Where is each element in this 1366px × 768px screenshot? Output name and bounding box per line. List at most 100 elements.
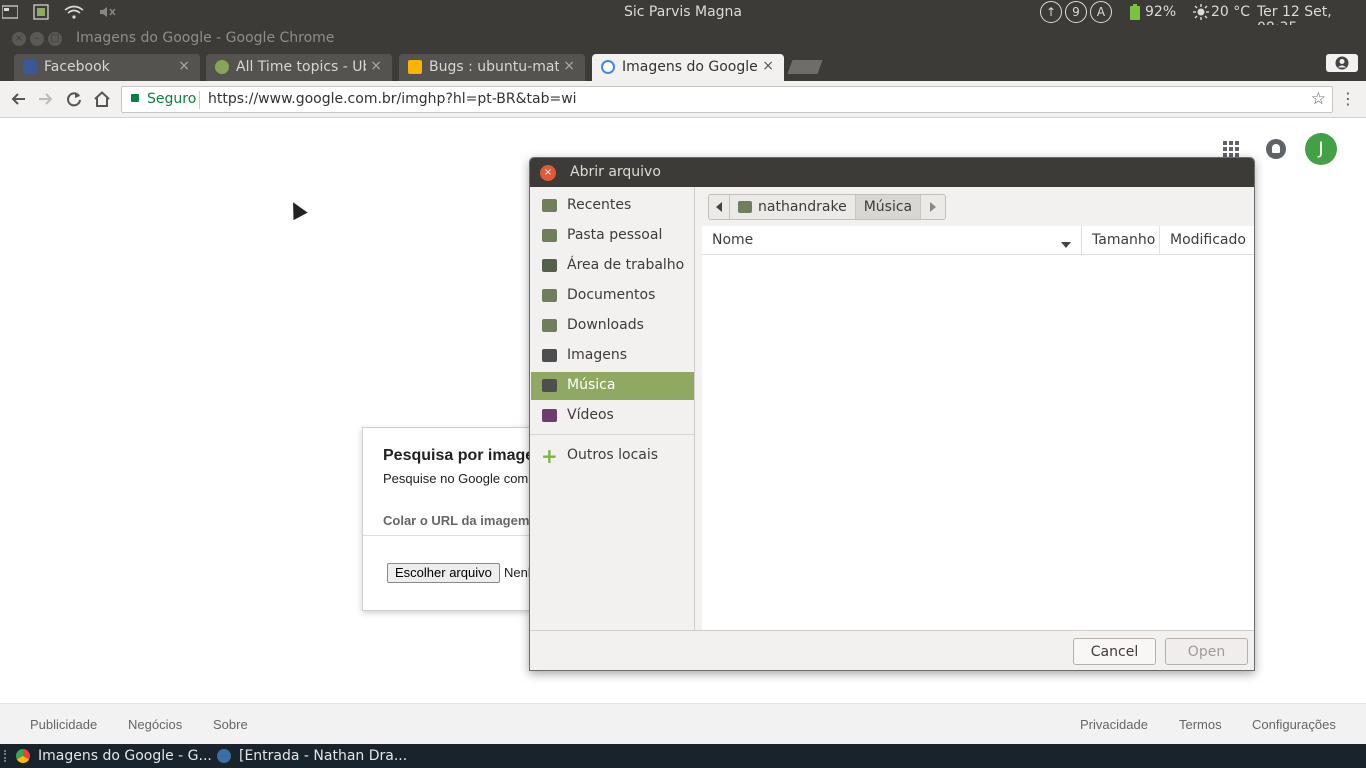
- keyboard-indicator-icon[interactable]: A: [1090, 1, 1112, 23]
- path-back-arrow-icon[interactable]: [709, 195, 730, 219]
- forward-icon[interactable]: [35, 88, 57, 110]
- tab-launchpad-bugs[interactable]: Bugs : ubuntu-mate ×: [399, 54, 585, 81]
- weather-temp: 20 °C: [1211, 4, 1251, 20]
- window-maximize-button[interactable]: □: [48, 32, 62, 46]
- tab-close-icon[interactable]: ×: [762, 58, 774, 74]
- tab-google-images[interactable]: Imagens do Google ×: [592, 54, 784, 81]
- window-title: Imagens do Google - Google Chrome: [76, 30, 335, 46]
- sidebar-item-documentos[interactable]: Documentos: [531, 282, 694, 310]
- taskbar-item-label: [Entrada - Nathan Dra...: [239, 748, 408, 764]
- sidebar-item-musica[interactable]: Música: [531, 372, 694, 400]
- path-button-label: Música: [863, 199, 913, 215]
- plus-icon: +: [541, 444, 558, 468]
- window-minimize-button[interactable]: –: [30, 32, 44, 46]
- avatar[interactable]: J: [1305, 133, 1337, 165]
- mail-client-icon: [217, 749, 231, 763]
- browser-title-bar: × – □ Imagens do Google - Google Chrome: [0, 25, 1366, 52]
- tab-label: Imagens do Google: [622, 59, 758, 75]
- places-sidebar: Recentes Pasta pessoal Área de trabalho …: [530, 187, 695, 630]
- tab-label: All Time topics - Ubu: [236, 59, 366, 75]
- back-icon[interactable]: [7, 88, 29, 110]
- footer-link-about[interactable]: Sobre: [213, 717, 248, 732]
- music-folder-icon: [542, 379, 557, 392]
- new-tab-button[interactable]: [787, 60, 823, 74]
- taskbar-item-chrome[interactable]: Imagens do Google - G...: [16, 744, 212, 768]
- top-panel: Sic Parvis Magna ↑ 9 A 92% 20 °C Ter 12 …: [0, 0, 1366, 36]
- footer-link-ads[interactable]: Publicidade: [30, 717, 97, 732]
- path-bar: nathandrake Música: [708, 194, 947, 220]
- battery-icon[interactable]: [1129, 3, 1141, 21]
- dialog-title-bar[interactable]: × Abrir arquivo: [530, 158, 1254, 187]
- open-file-dialog: × Abrir arquivo Recentes Pasta pessoal Á…: [529, 157, 1255, 671]
- tab-close-icon[interactable]: ×: [563, 58, 575, 74]
- facebook-favicon-icon: [23, 60, 37, 74]
- open-button[interactable]: Open: [1165, 638, 1248, 665]
- sidebar-item-recentes[interactable]: Recentes: [531, 192, 694, 220]
- tab-label: Bugs : ubuntu-mate: [429, 59, 559, 75]
- file-list[interactable]: Nome Tamanho Modificado: [702, 226, 1254, 630]
- sort-chevron-down-icon[interactable]: [1061, 236, 1071, 252]
- image-search-heading: Pesquisa por image: [383, 447, 535, 464]
- sidebar-item-area-de-trabalho[interactable]: Área de trabalho: [531, 252, 694, 280]
- footer-link-settings[interactable]: Configurações: [1252, 717, 1336, 732]
- tab-paste-url[interactable]: Colar o URL da imagem: [383, 513, 529, 528]
- launchpad-favicon-icon: [408, 60, 422, 74]
- window-close-button[interactable]: ×: [12, 32, 26, 46]
- footer-link-terms[interactable]: Termos: [1179, 717, 1222, 732]
- sidebar-item-label: Pasta pessoal: [567, 227, 663, 243]
- sidebar-item-label: Downloads: [567, 317, 644, 333]
- dialog-close-icon[interactable]: ×: [540, 165, 556, 181]
- page-footer: Publicidade Negócios Sobre Privacidade T…: [0, 703, 1366, 744]
- notifications-bell-icon[interactable]: [1266, 139, 1286, 159]
- workspace-indicator-icon[interactable]: 9: [1065, 1, 1087, 23]
- footer-link-business[interactable]: Negócios: [128, 717, 182, 732]
- sidebar-divider: [530, 434, 694, 435]
- taskbar-handle[interactable]: [4, 750, 6, 762]
- bookmark-star-icon[interactable]: ☆: [1311, 89, 1326, 109]
- home-icon[interactable]: [91, 88, 113, 110]
- weather-sun-icon[interactable]: [1193, 3, 1209, 21]
- url-text[interactable]: https://www.google.com.br/imghp?hl=pt-BR…: [208, 91, 577, 107]
- profile-icon[interactable]: [1326, 54, 1358, 72]
- path-button-home[interactable]: nathandrake: [730, 195, 856, 219]
- tab-close-icon[interactable]: ×: [178, 58, 190, 74]
- sidebar-item-imagens[interactable]: Imagens: [531, 342, 694, 370]
- sidebar-item-pasta-pessoal[interactable]: Pasta pessoal: [531, 222, 694, 250]
- dialog-title: Abrir arquivo: [570, 164, 661, 180]
- cancel-button[interactable]: Cancel: [1073, 638, 1156, 665]
- address-bar[interactable]: Seguro https://www.google.com.br/imghp?h…: [121, 86, 1333, 113]
- tab-label: Facebook: [44, 59, 110, 75]
- taskbar-item-thunderbird[interactable]: [Entrada - Nathan Dra...: [217, 744, 407, 768]
- apps-grid-icon[interactable]: [1223, 141, 1239, 157]
- documents-folder-icon: [542, 289, 557, 302]
- column-size[interactable]: Tamanho: [1092, 232, 1155, 248]
- file-list-header: Nome Tamanho Modificado: [702, 226, 1254, 255]
- sidebar-item-videos[interactable]: Vídeos: [531, 402, 694, 430]
- tab-facebook[interactable]: Facebook ×: [14, 54, 200, 81]
- sidebar-item-label: Documentos: [567, 287, 656, 303]
- secure-lock-icon[interactable]: [131, 94, 139, 102]
- tab-ubuntu-mate-topics[interactable]: All Time topics - Ubu ×: [206, 54, 392, 81]
- image-search-subtext: Pesquise no Google com: [383, 471, 529, 486]
- tab-strip: Facebook × All Time topics - Ubu × Bugs …: [0, 52, 1366, 81]
- sidebar-item-label: Imagens: [567, 347, 628, 363]
- update-indicator-icon[interactable]: ↑: [1040, 1, 1062, 23]
- browser-menu-icon[interactable]: ⋮: [1340, 89, 1356, 108]
- column-name[interactable]: Nome: [712, 232, 753, 248]
- home-folder-icon: [542, 229, 557, 242]
- path-button-label: nathandrake: [758, 199, 847, 215]
- sidebar-item-downloads[interactable]: Downloads: [531, 312, 694, 340]
- secure-label[interactable]: Seguro: [147, 91, 196, 107]
- videos-folder-icon: [542, 409, 557, 422]
- footer-link-privacy[interactable]: Privacidade: [1080, 717, 1148, 732]
- pictures-folder-icon: [542, 349, 557, 362]
- reload-icon[interactable]: [63, 88, 85, 110]
- choose-file-button[interactable]: Escolher arquivo: [387, 563, 500, 583]
- sidebar-item-outros-locais[interactable]: + Outros locais: [531, 442, 694, 470]
- omnibox-divider: [199, 91, 200, 109]
- path-button-current[interactable]: Música: [855, 195, 922, 219]
- tab-close-icon[interactable]: ×: [370, 58, 382, 74]
- path-forward-arrow-icon[interactable]: [921, 195, 945, 219]
- column-modified[interactable]: Modificado: [1170, 232, 1246, 248]
- chrome-icon: [16, 749, 30, 763]
